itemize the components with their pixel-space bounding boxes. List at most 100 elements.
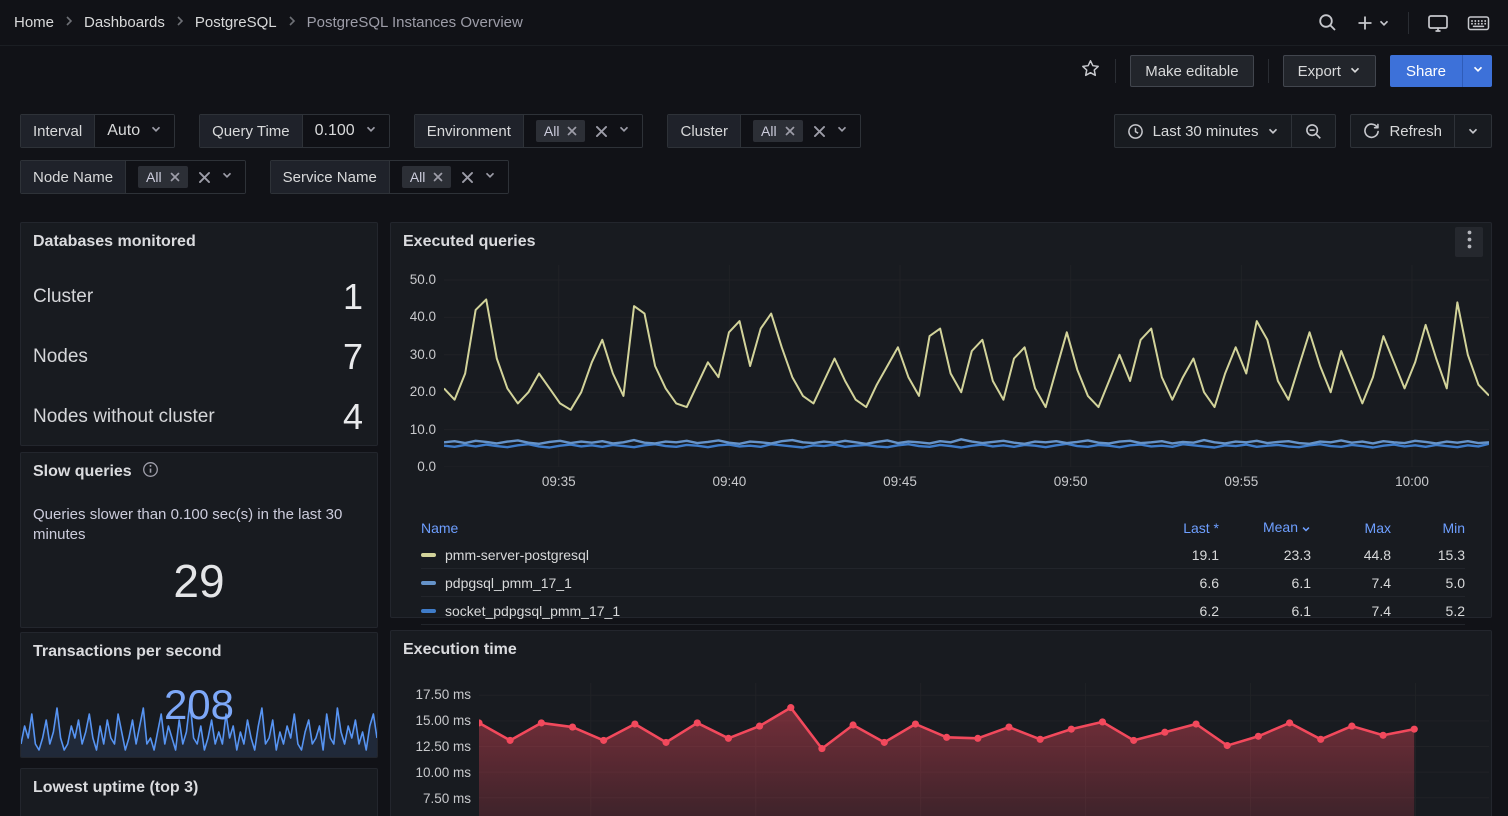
legend-value: 6.2 [1127,603,1219,619]
clear-icon[interactable] [198,171,211,184]
stat-value: 1 [343,276,363,318]
refresh-label: Refresh [1389,123,1442,140]
legend-value: 7.4 [1311,575,1391,591]
legend-col-mean[interactable]: Mean [1219,519,1311,536]
time-picker: Last 30 minutes [1114,114,1337,148]
stat-label: Nodes without cluster [33,406,215,428]
share-button[interactable]: Share [1390,55,1462,87]
y-axis-labels: 50.040.030.020.010.00.0 [391,265,444,467]
service-name-select[interactable]: All [390,161,509,193]
legend-col-last[interactable]: Last * [1127,520,1219,536]
node-name-chip[interactable]: All [138,166,188,188]
search-icon[interactable] [1317,12,1338,33]
info-icon[interactable] [142,461,159,483]
legend-series-toggle[interactable]: pdpgsql_pmm_17_1 [421,575,1127,591]
plot-area[interactable] [444,265,1489,467]
interval-select[interactable]: Auto [95,115,174,147]
divider [1115,59,1116,83]
top-navbar: Home Dashboards PostgreSQL PostgreSQL In… [0,0,1508,46]
clear-icon[interactable] [813,125,826,138]
cluster-select[interactable]: All [741,115,860,147]
plot-area[interactable] [479,683,1489,816]
series-swatch [421,609,436,613]
chevron-down-icon [618,122,630,140]
share-menu-button[interactable] [1462,55,1492,87]
breadcrumb-postgresql[interactable]: PostgreSQL [195,14,277,31]
clear-icon[interactable] [595,125,608,138]
clock-icon [1127,123,1144,140]
y-tick-label: 0.0 [417,459,436,474]
legend-value: 23.3 [1219,547,1311,563]
close-icon[interactable] [785,126,795,136]
new-menu-button[interactable] [1356,14,1390,32]
filter-label: Query Time [200,115,303,147]
chevron-down-icon [484,168,496,186]
make-editable-button[interactable]: Make editable [1130,55,1253,87]
y-tick-label: 10.00 ms [415,765,471,780]
environment-select[interactable]: All [524,115,643,147]
query-time-select[interactable]: 0.100 [303,115,389,147]
close-icon[interactable] [170,172,180,182]
x-axis-labels: 09:3509:4009:4509:5009:5510:00 [444,467,1489,493]
chip-label: All [410,169,426,185]
filter-label: Cluster [668,115,741,147]
service-name-chip[interactable]: All [402,166,452,188]
export-label: Export [1298,63,1341,80]
executed-queries-chart: 50.040.030.020.010.00.0 09:3509:4009:450… [391,265,1489,509]
legend-col-max[interactable]: Max [1311,520,1391,536]
breadcrumb-home[interactable]: Home [14,14,54,31]
kiosk-mode-icon[interactable] [1427,13,1449,33]
legend-series-toggle[interactable]: socket_pdpgsql_pmm_17_1 [421,603,1127,619]
refresh-icon [1363,123,1380,140]
star-icon[interactable] [1080,58,1101,84]
y-tick-label: 12.50 ms [415,739,471,754]
legend-value: 5.2 [1391,603,1465,619]
chevron-right-icon [64,14,74,31]
chevron-down-icon [221,168,233,186]
y-tick-label: 10.0 [410,422,436,437]
variables-bar: Interval Auto Query Time 0.100 Environme… [0,96,1508,194]
panel-menu-button[interactable] [1455,227,1483,257]
export-button[interactable]: Export [1283,55,1376,87]
stat-value: 7 [343,336,363,378]
y-tick-label: 30.0 [410,347,436,362]
interval-value: Auto [107,122,140,140]
zoom-out-icon [1304,122,1323,141]
legend-value: 44.8 [1311,547,1391,563]
y-axis-labels: 17.50 ms15.00 ms12.50 ms10.00 ms7.50 ms5… [391,683,479,816]
chevron-down-icon [1349,63,1361,80]
cluster-chip[interactable]: All [753,120,803,142]
zoom-out-button[interactable] [1291,115,1335,147]
legend-value: 7.4 [1311,603,1391,619]
chevron-down-icon [150,122,162,140]
x-tick-label: 10:00 [1395,474,1429,489]
chevron-down-icon [365,122,377,140]
legend-col-min[interactable]: Min [1391,520,1465,536]
legend-value: 5.0 [1391,575,1465,591]
legend-col-name[interactable]: Name [421,520,1127,536]
slow-queries-description: Queries slower than 0.100 sec(s) in the … [21,491,377,546]
chip-label: All [146,169,162,185]
y-tick-label: 7.50 ms [423,791,471,806]
refresh-interval-button[interactable] [1454,115,1491,147]
time-range-button[interactable]: Last 30 minutes [1115,115,1292,147]
node-name-select[interactable]: All [126,161,245,193]
filter-service-name: Service Name All [270,160,510,194]
legend-series-toggle[interactable]: pmm-server-postgresql [421,547,1127,563]
clear-icon[interactable] [461,171,474,184]
panel-transactions-per-second: Transactions per second 208 [20,632,378,758]
legend-value: 6.1 [1219,575,1311,591]
close-icon[interactable] [433,172,443,182]
filter-query-time: Query Time 0.100 [199,114,390,148]
environment-chip[interactable]: All [536,120,586,142]
filter-label: Interval [21,115,95,147]
series-swatch [421,581,436,585]
panel-title: Databases monitored [33,233,196,251]
divider [1268,59,1269,83]
breadcrumb-dashboards[interactable]: Dashboards [84,14,165,31]
close-icon[interactable] [567,126,577,136]
panel-title: Slow queries [33,463,132,481]
refresh-button[interactable]: Refresh [1351,115,1454,147]
x-tick-label: 09:40 [712,474,746,489]
keyboard-shortcuts-icon[interactable] [1467,14,1490,32]
